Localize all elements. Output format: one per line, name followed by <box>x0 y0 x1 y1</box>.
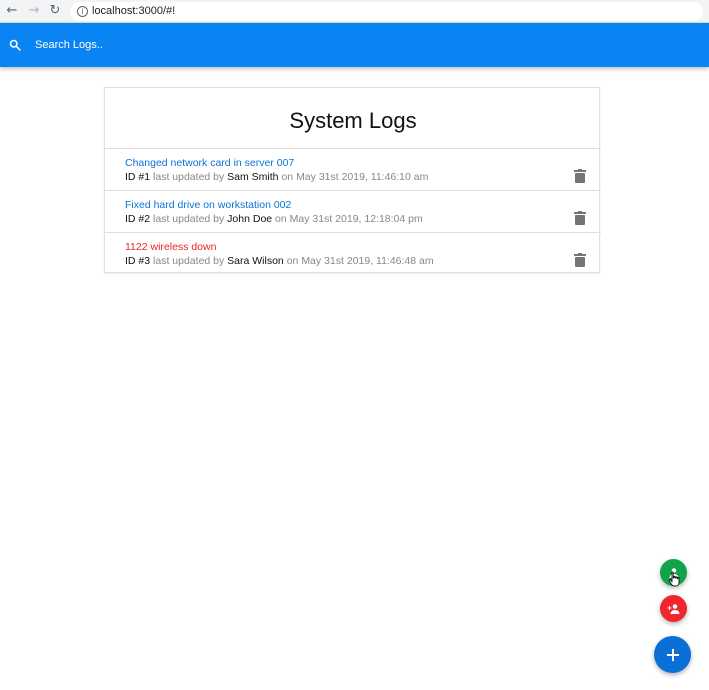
browser-toolbar: ← → ↻ i localhost:3000/#! <box>0 0 709 23</box>
updated-text: last updated by <box>153 171 225 183</box>
log-id: ID #3 <box>125 255 151 267</box>
log-tech: Sara Wilson <box>227 255 284 267</box>
log-id: ID #1 <box>125 171 151 183</box>
search-icon <box>9 39 21 51</box>
logs-card: System Logs Changed network card in serv… <box>104 87 601 275</box>
techs-button[interactable] <box>660 559 687 586</box>
log-date: May 31st 2019, 11:46:10 am <box>296 171 429 183</box>
log-tech: Sam Smith <box>227 171 279 183</box>
log-id: ID #2 <box>125 213 151 225</box>
log-message-link[interactable]: Changed network card in server 007 <box>125 157 294 169</box>
person-add-icon <box>667 603 679 614</box>
add-log-button[interactable] <box>654 636 691 673</box>
log-message-link[interactable]: Fixed hard drive on workstation 002 <box>125 199 291 211</box>
address-bar[interactable]: i localhost:3000/#! <box>70 2 703 21</box>
log-meta: ID #3 last updated by Sara Wilson on May… <box>125 255 434 267</box>
page-title: System Logs <box>105 88 601 149</box>
info-icon[interactable]: i <box>77 6 88 17</box>
person-icon <box>669 567 678 578</box>
log-item: Fixed hard drive on workstation 002 ID #… <box>105 191 601 233</box>
log-item: Changed network card in server 007 ID #1… <box>105 149 601 191</box>
log-date: May 31st 2019, 12:18:04 pm <box>289 213 423 225</box>
add-tech-button[interactable] <box>660 595 687 622</box>
trash-icon[interactable] <box>574 169 586 183</box>
on-text: on <box>281 171 294 183</box>
trash-icon[interactable] <box>574 253 586 267</box>
reload-icon[interactable]: ↻ <box>48 4 62 18</box>
log-message-link[interactable]: 1122 wireless down <box>125 241 216 253</box>
search-input[interactable] <box>35 35 635 55</box>
updated-text: last updated by <box>153 255 225 267</box>
url-text[interactable]: localhost:3000/#! <box>92 5 175 17</box>
back-arrow-icon[interactable]: ← <box>5 4 19 18</box>
on-text: on <box>286 255 299 267</box>
log-meta: ID #2 last updated by John Doe on May 31… <box>125 213 423 225</box>
forward-arrow-icon[interactable]: → <box>27 4 41 18</box>
log-date: May 31st 2019, 11:46:48 am <box>301 255 434 267</box>
log-tech: John Doe <box>227 213 273 225</box>
on-text: on <box>275 213 287 225</box>
trash-icon[interactable] <box>574 211 586 225</box>
plus-icon <box>666 648 679 661</box>
log-meta: ID #1 last updated by Sam Smith on May 3… <box>125 171 428 183</box>
search-navbar <box>0 23 709 67</box>
log-item: 1122 wireless down ID #3 last updated by… <box>105 233 601 275</box>
updated-text: last updated by <box>153 213 225 225</box>
